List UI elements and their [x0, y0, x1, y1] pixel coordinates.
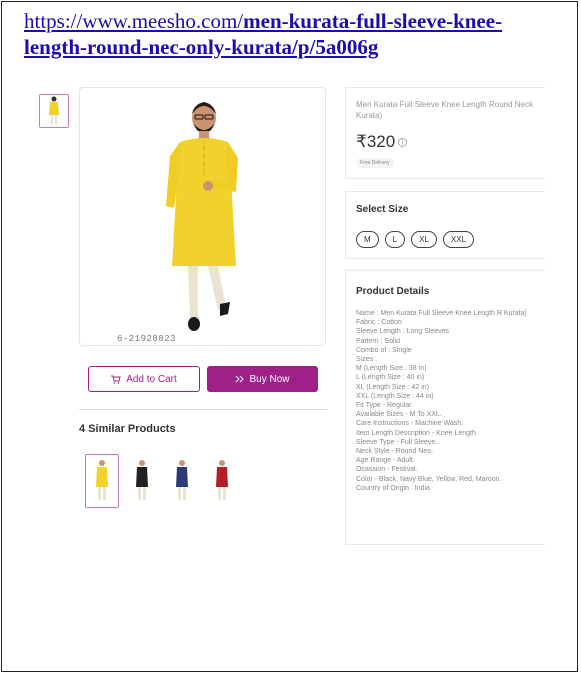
- size-option-m[interactable]: M: [356, 231, 379, 248]
- kurta-yellow-image: [96, 460, 108, 500]
- size-title: Select Size: [356, 204, 409, 215]
- detail-line: Pattern : Solid: [356, 337, 400, 345]
- free-delivery-badge: Free Delivery: [356, 158, 394, 168]
- detail-line: Sleeve Type - Full Sleeve.: [356, 438, 438, 446]
- detail-line: Combo of : Single: [356, 346, 412, 354]
- kurta-black-image: [136, 460, 148, 500]
- gallery-thumbnail[interactable]: [39, 94, 69, 128]
- detail-line: Ocassion - Festival.: [356, 466, 418, 474]
- product-price: ₹320: [356, 132, 396, 151]
- similar-product-red[interactable]: [205, 454, 239, 508]
- detail-line: Care Instructions - Machine Wash.: [356, 420, 464, 428]
- product-price-row: ₹320 i: [356, 132, 408, 152]
- detail-line: XL (Length Size : 42 in): [356, 383, 429, 391]
- model-kurta-image: [166, 102, 238, 331]
- size-panel: Select Size M L XL XXL: [345, 191, 545, 259]
- detail-line: Country of Origin : India: [356, 484, 430, 492]
- product-details-list: Name : Men Kurata Full Sleeve Knee Lengt…: [356, 309, 544, 493]
- size-options: M L XL XXL: [356, 231, 475, 248]
- cart-icon: [111, 375, 121, 384]
- detail-line: L (Length Size : 40 in): [356, 374, 425, 382]
- double-chevron-right-icon: [236, 375, 245, 383]
- product-details-title: Product Details: [356, 286, 430, 297]
- product-main-image[interactable]: 6-21928823: [79, 87, 326, 346]
- section-divider: [79, 409, 327, 410]
- similar-product-navy[interactable]: [165, 454, 199, 508]
- info-icon[interactable]: i: [398, 138, 408, 148]
- detail-line: Fabric : Cotton: [356, 319, 402, 327]
- similar-products-title: 4 Similar Products: [79, 423, 176, 435]
- size-option-xxl[interactable]: XXL: [442, 231, 475, 248]
- product-url-link[interactable]: https://www.meesho.com/men-kurata-full-s…: [24, 8, 564, 60]
- similar-product-yellow[interactable]: [85, 454, 119, 508]
- buy-now-button[interactable]: Buy Now: [207, 366, 318, 392]
- detail-line: Name : Men Kurata Full Sleeve Knee Lengt…: [356, 310, 527, 317]
- detail-line: Age Range - Adult.: [356, 457, 415, 465]
- detail-line: M (Length Size : 38 in): [356, 365, 427, 373]
- detail-line: Neck Style - Round Neo.: [356, 448, 434, 456]
- similar-products-list: [85, 454, 239, 508]
- product-summary-panel: Men Kurata Full Sleeve Knee Length Round…: [345, 87, 545, 179]
- add-to-cart-label: Add to Cart: [126, 373, 177, 385]
- detail-line: Fit Type - Regular.: [356, 402, 414, 410]
- detail-line: Available Sizes - M To XXL.: [356, 411, 442, 419]
- add-to-cart-button[interactable]: Add to Cart: [88, 366, 200, 392]
- product-name: Men Kurata Full Sleeve Knee Length Round…: [356, 100, 533, 120]
- kurta-red-image: [216, 460, 228, 500]
- size-option-l[interactable]: L: [384, 231, 406, 248]
- buy-now-label: Buy Now: [249, 373, 290, 385]
- kurta-thumbnail-image: [49, 96, 59, 124]
- url-domain[interactable]: https://www.meesho.com/: [24, 9, 243, 33]
- product-sku: 6-21928823: [117, 334, 177, 344]
- kurta-navy-image: [176, 460, 188, 500]
- detail-line: Sizes :: [356, 356, 378, 364]
- detail-line: Sleeve Length : Long Sleeves: [356, 328, 450, 336]
- size-option-xl[interactable]: XL: [411, 231, 437, 248]
- detail-line: Item Length Description - Knee Length.: [356, 429, 478, 437]
- detail-line: XXL (Length Size : 44 in): [356, 392, 434, 400]
- product-details-panel: Product Details Name : Men Kurata Full S…: [345, 270, 545, 545]
- detail-line: Color - Black, Navy Blue, Yellow, Red, M…: [356, 475, 502, 483]
- similar-product-black[interactable]: [125, 454, 159, 508]
